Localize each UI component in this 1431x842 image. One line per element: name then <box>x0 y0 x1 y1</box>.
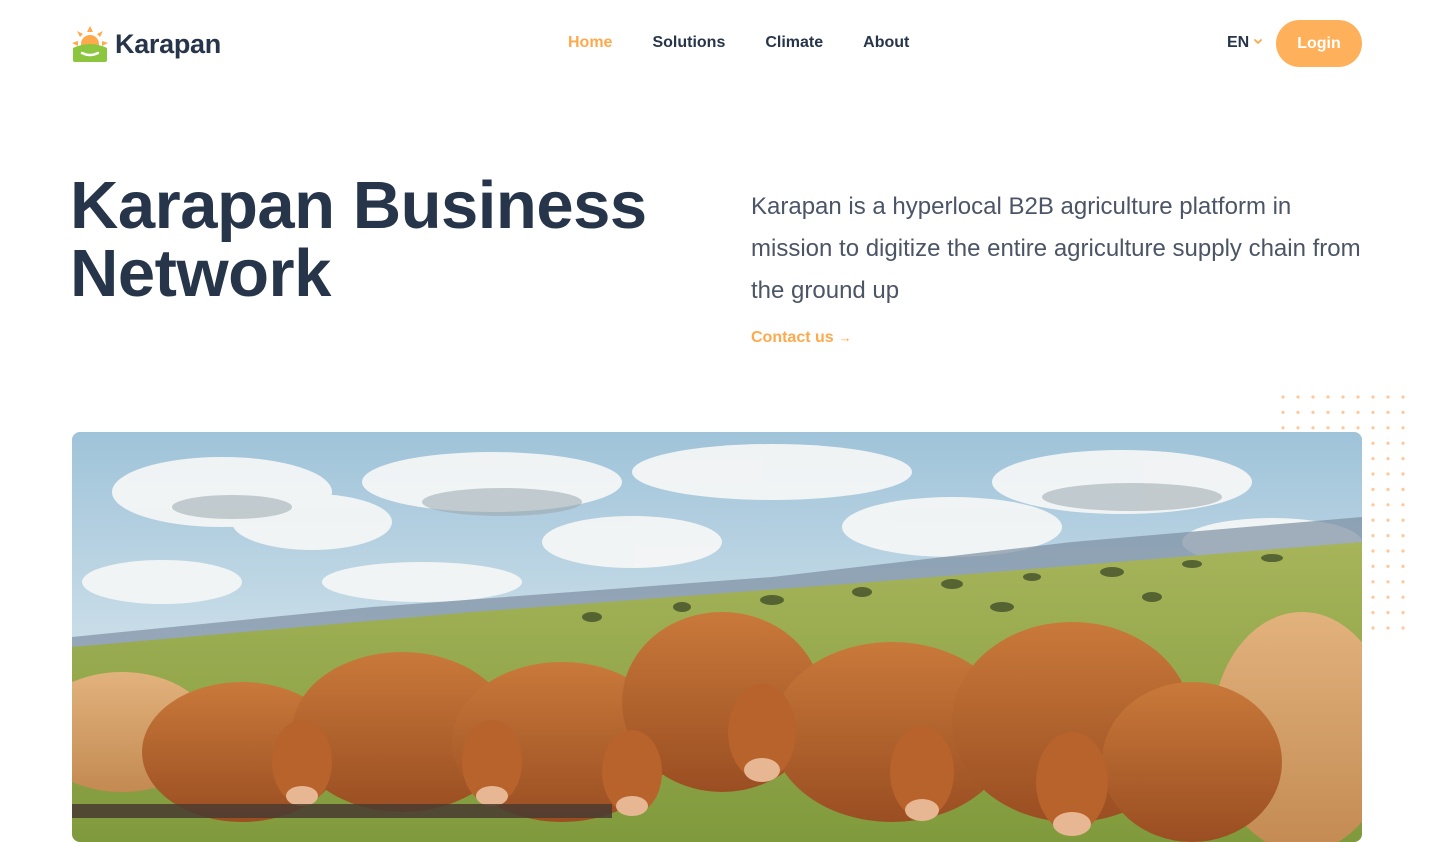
page-title: Karapan Business Network <box>70 168 647 311</box>
nav-item-home[interactable]: Home <box>568 33 612 53</box>
contact-us-link[interactable]: Contact us → <box>751 328 852 348</box>
main-nav: Home Solutions Climate About <box>568 33 949 53</box>
hero-image-cattle-pasture <box>72 432 1362 842</box>
login-button[interactable]: Login <box>1276 20 1362 67</box>
nav-item-about[interactable]: About <box>863 33 909 53</box>
language-selector[interactable]: EN <box>1227 33 1263 53</box>
contact-us-label: Contact us <box>751 329 834 346</box>
arrow-right-icon: → <box>838 330 852 345</box>
nav-item-climate[interactable]: Climate <box>765 33 823 53</box>
site-header: Karapan Home Solutions Climate About EN … <box>0 0 1431 88</box>
language-label: EN <box>1227 34 1250 51</box>
nav-item-solutions[interactable]: Solutions <box>652 33 725 53</box>
hero-description: Karapan is a hyperlocal B2B agriculture … <box>751 193 1361 304</box>
logo-text: Karapan <box>115 29 221 59</box>
chevron-down-icon <box>1253 33 1263 53</box>
sun-over-field-logo-icon <box>72 26 108 62</box>
karapan-logo[interactable]: Karapan <box>72 26 221 62</box>
